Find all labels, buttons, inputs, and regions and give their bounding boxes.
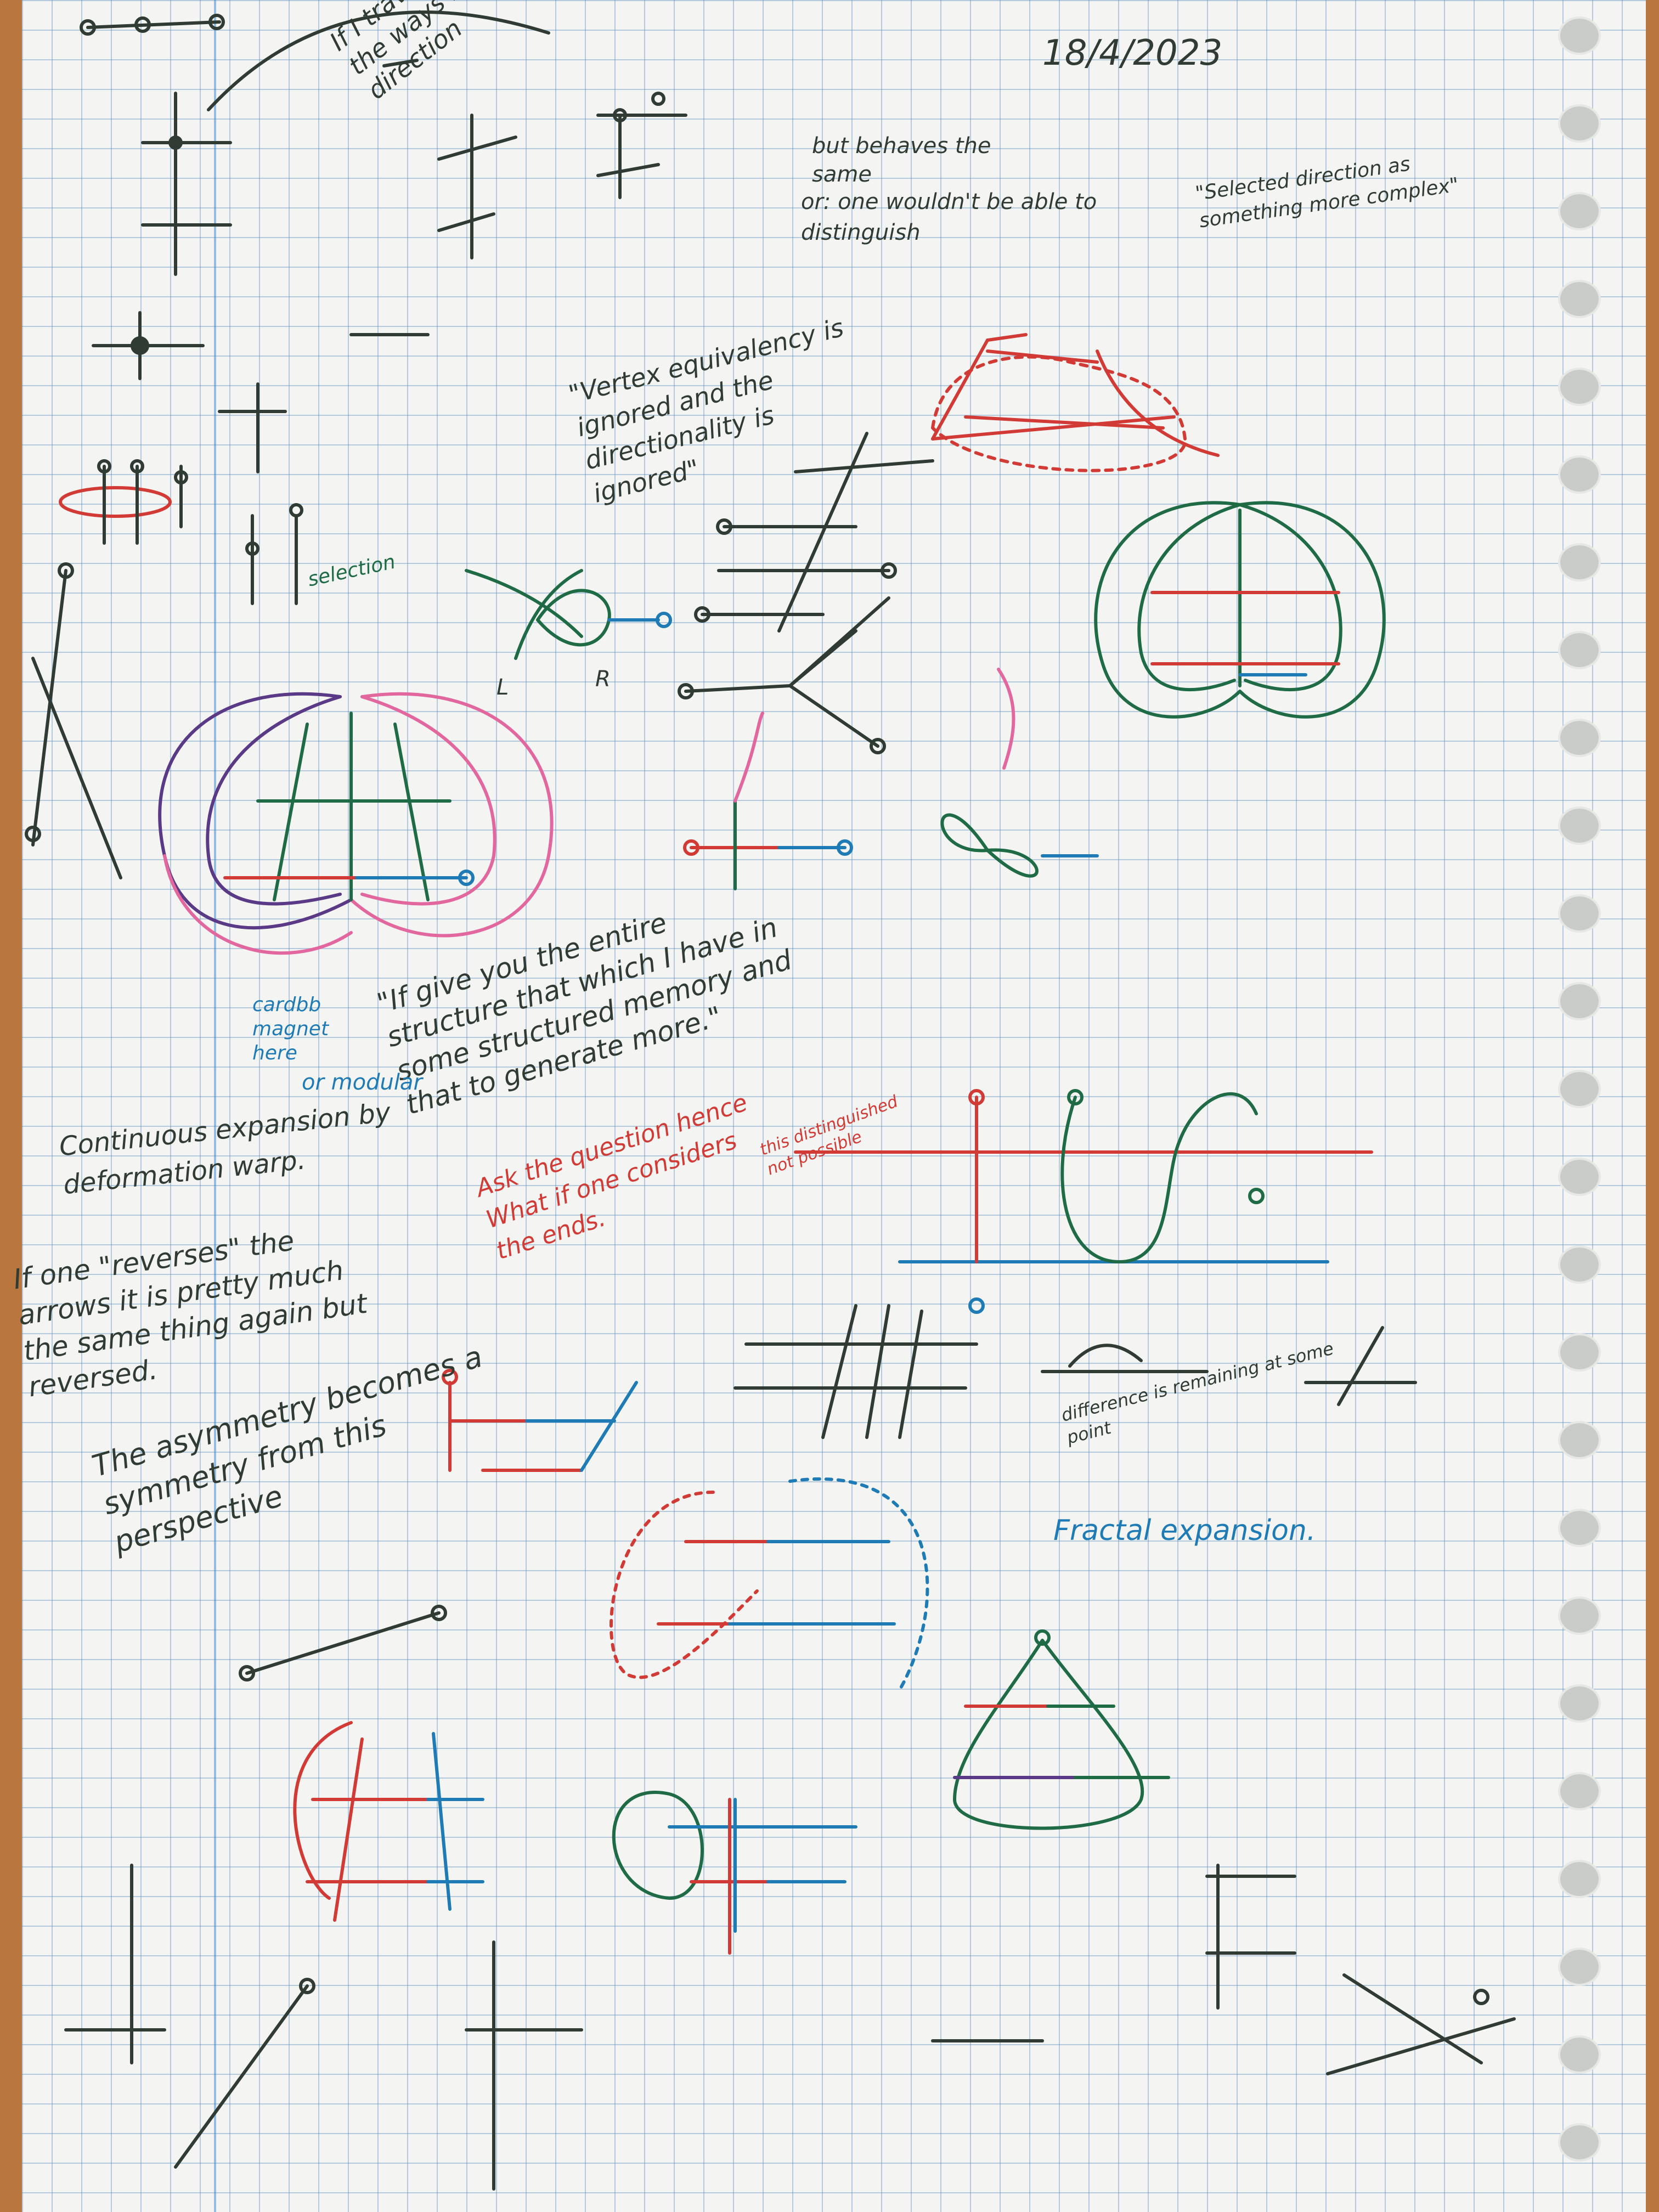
bottom-ladder-diagram: [293, 1721, 484, 1922]
green-loop-bottom: [612, 1791, 857, 1955]
lr-loop-diagram: [465, 569, 672, 660]
red-fan-diagram: [931, 333, 1220, 472]
note-behaves: but behaves the same: [812, 133, 991, 187]
sketch-graph-left: [25, 459, 303, 879]
cone-diagram: [952, 1629, 1170, 1830]
note-cardbb: cardbb magnet here: [252, 994, 329, 1064]
red-loop-sketch: [59, 486, 172, 518]
note-fractal-expansion: Fractal expansion.: [1053, 1514, 1316, 1547]
green-double-loop-diagram: [1094, 501, 1386, 719]
note-distinguish: or: one wouldn't be able to distinguish: [801, 189, 1097, 245]
label-r: R: [595, 667, 611, 692]
label-l: L: [496, 675, 509, 700]
date-heading: 18/4/2023: [1042, 33, 1223, 74]
heart-loop-diagram-left: [158, 692, 554, 955]
dashed-loop-diagram: [610, 1477, 929, 1691]
branching-graph-center: [678, 432, 934, 754]
bottom-misc-sketches: [64, 1605, 1516, 2191]
cross-diagram-center: [683, 668, 1099, 890]
